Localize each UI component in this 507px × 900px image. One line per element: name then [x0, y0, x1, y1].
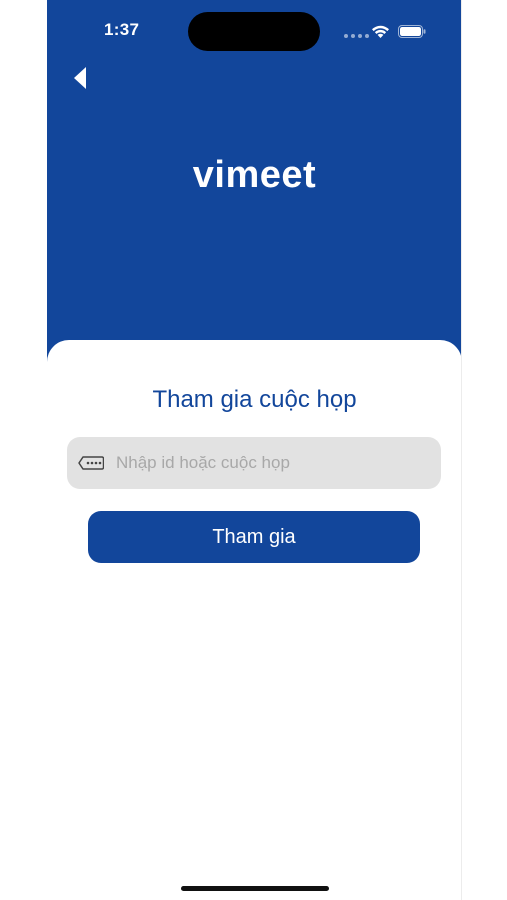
home-indicator: [181, 886, 329, 891]
meeting-id-input-container[interactable]: [67, 437, 441, 489]
app-window: 1:37 vimeet Tham gia cuộc họp Nhập id ho…: [47, 0, 462, 900]
meeting-id-input[interactable]: [114, 452, 418, 474]
back-button[interactable]: [65, 62, 95, 94]
join-button[interactable]: Tham gia: [88, 511, 420, 563]
header: 1:37 vimeet: [47, 0, 462, 370]
screen: 1:37 vimeet Tham gia cuộc họp Nhập id ho…: [0, 0, 507, 900]
battery-icon: [398, 25, 426, 38]
window-edge: [461, 0, 462, 900]
join-meeting-card: Tham gia cuộc họp Tham gia: [47, 340, 462, 900]
password-field-icon: [78, 456, 104, 470]
dynamic-island: [188, 12, 320, 51]
status-time: 1:37: [104, 20, 140, 39]
card-title: Tham gia cuộc họp: [152, 386, 357, 413]
cellular-signal-icon: [344, 34, 369, 38]
app-logo: vimeet: [192, 154, 317, 196]
wifi-icon: [372, 25, 389, 38]
chevron-left-icon: [74, 67, 86, 89]
